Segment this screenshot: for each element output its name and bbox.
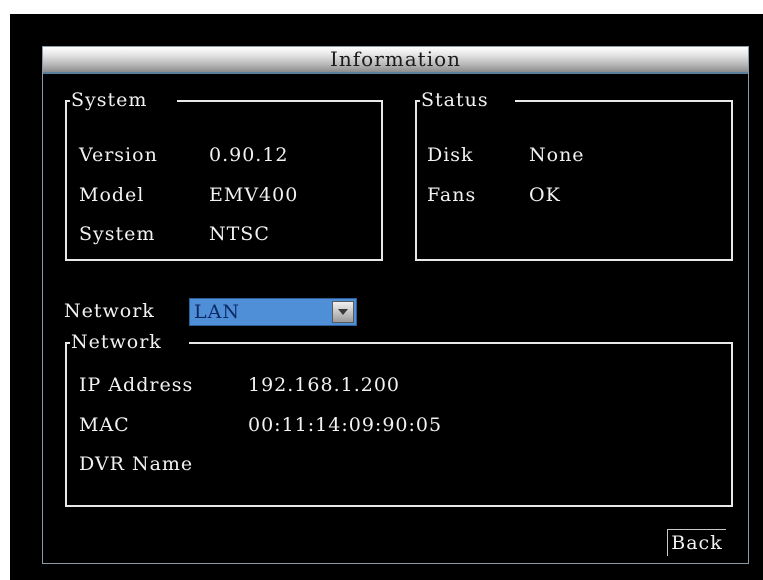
version-value: 0.90.12 [209, 144, 289, 166]
disk-value: None [529, 144, 585, 166]
information-dialog: Information System Version 0.90.12 Model… [42, 46, 749, 564]
mac-label: MAC [79, 414, 130, 436]
chevron-down-icon [338, 309, 348, 315]
system-group-title: System [70, 87, 149, 113]
status-group: Status [415, 87, 733, 261]
model-value: EMV400 [209, 184, 299, 206]
model-label: Model [79, 184, 145, 206]
status-group-title: Status [420, 87, 490, 113]
fans-value: OK [529, 184, 561, 206]
network-dropdown[interactable]: LAN [189, 298, 357, 326]
mac-value: 00:11:14:09:90:05 [248, 414, 443, 436]
ip-address-value: 192.168.1.200 [248, 374, 401, 396]
network-select-label: Network [64, 300, 155, 322]
version-label: Version [79, 144, 158, 166]
network-group-top-line-right [189, 342, 731, 344]
ip-address-label: IP Address [79, 374, 194, 396]
system-value: NTSC [209, 223, 270, 245]
dvr-name-label: DVR Name [79, 453, 194, 475]
dialog-title: Information [43, 47, 748, 74]
network-dropdown-value: LAN [194, 301, 240, 323]
fans-label: Fans [427, 184, 477, 206]
screen: Information System Version 0.90.12 Model… [10, 14, 763, 580]
back-button[interactable]: Back [667, 529, 726, 556]
dropdown-button[interactable] [332, 301, 354, 323]
system-group-top-line-right [177, 100, 381, 102]
status-group-top-line-right [515, 100, 731, 102]
network-group-title: Network [70, 329, 163, 355]
disk-label: Disk [427, 144, 474, 166]
system-label: System [79, 223, 156, 245]
